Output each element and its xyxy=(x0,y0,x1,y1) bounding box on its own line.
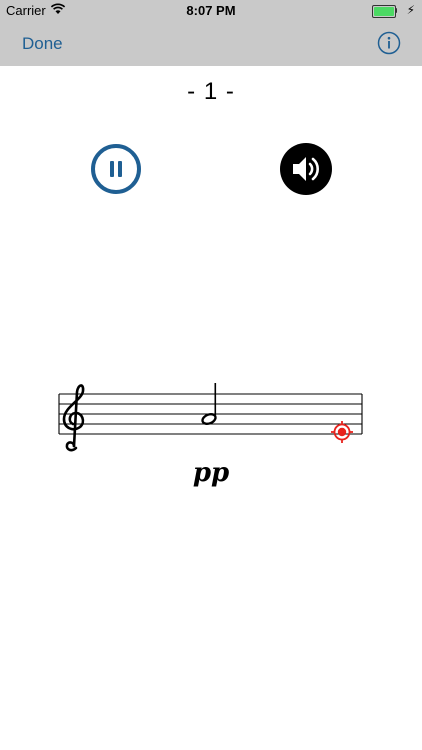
navigation-bar: Done xyxy=(0,22,422,66)
charging-bolt-icon: ⚡︎ xyxy=(406,3,415,17)
battery-icon xyxy=(372,5,397,18)
pause-circle-icon[interactable] xyxy=(90,143,142,195)
status-time: 8:07 PM xyxy=(186,3,236,18)
dynamic-marking: pp xyxy=(192,458,230,488)
status-bar: Carrier 8:07 PM ⚡︎ xyxy=(0,0,422,22)
speaker-icon[interactable] xyxy=(280,143,332,195)
treble-clef-icon xyxy=(62,384,85,452)
music-staff xyxy=(0,370,422,470)
done-button[interactable]: Done xyxy=(22,34,63,54)
info-circle-icon[interactable] xyxy=(377,31,401,55)
exercise-counter: - 1 - xyxy=(187,78,235,105)
